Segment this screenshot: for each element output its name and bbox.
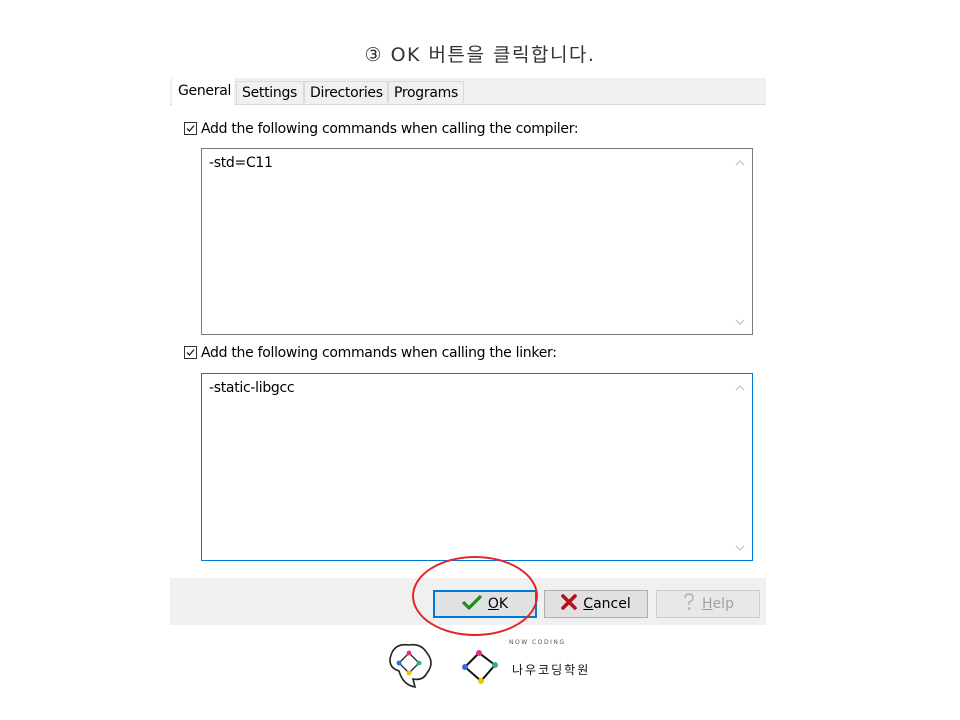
scroll-up-arrow-icon[interactable] (733, 157, 747, 169)
cross-icon (561, 594, 578, 614)
cancel-button[interactable]: Cancel (544, 590, 648, 618)
diamond-logo-icon (462, 650, 498, 684)
help-mnemonic: H (702, 596, 713, 612)
ok-label-rest: K (498, 596, 509, 612)
brain-logo-icon (389, 643, 432, 688)
ok-mnemonic: O (487, 596, 499, 612)
tab-programs[interactable]: Programs (388, 81, 464, 103)
compiler-option-row: Add the following commands when calling … (184, 120, 579, 138)
tab-directories[interactable]: Directories (304, 81, 388, 103)
compiler-commands-textarea[interactable]: -std=C11 (201, 148, 753, 335)
compiler-options-dialog: General Settings Directories Programs Ad… (170, 78, 766, 625)
scroll-up-arrow-icon[interactable] (733, 382, 747, 394)
cancel-mnemonic: C (583, 596, 594, 612)
checkmark-glyph-icon (186, 349, 195, 356)
linker-checkbox-label[interactable]: Add the following commands when calling … (201, 345, 557, 361)
logo-name: 나우코딩학원 (512, 663, 591, 677)
tab-strip: General Settings Directories Programs (170, 78, 766, 105)
question-icon (682, 593, 696, 615)
dialog-footer: OK Cancel Help (170, 578, 766, 625)
logo-arc-text: NOW CODING (509, 639, 566, 646)
checkmark-glyph-icon (186, 125, 195, 132)
tab-settings[interactable]: Settings (236, 81, 304, 103)
academy-logo: NOW CODING 나우코딩학원 (385, 637, 605, 697)
cancel-label-rest: ancel (593, 596, 631, 612)
instruction-caption: ③ OK 버튼을 클릭합니다. (364, 44, 596, 66)
checkmark-icon (461, 594, 483, 614)
linker-checkbox[interactable] (184, 346, 197, 359)
compiler-commands-value: -std=C11 (209, 155, 273, 171)
compiler-checkbox[interactable] (184, 122, 197, 135)
compiler-checkbox-label[interactable]: Add the following commands when calling … (201, 121, 579, 137)
scroll-down-arrow-icon[interactable] (733, 316, 747, 328)
help-label-rest: elp (712, 596, 734, 612)
ok-button[interactable]: OK (433, 590, 537, 618)
scroll-down-arrow-icon[interactable] (733, 542, 747, 554)
linker-option-row: Add the following commands when calling … (184, 344, 557, 362)
linker-commands-textarea[interactable]: -static-libgcc (201, 373, 753, 561)
help-button[interactable]: Help (656, 590, 760, 618)
tab-general[interactable]: General (172, 78, 234, 105)
linker-commands-value: -static-libgcc (209, 380, 295, 396)
